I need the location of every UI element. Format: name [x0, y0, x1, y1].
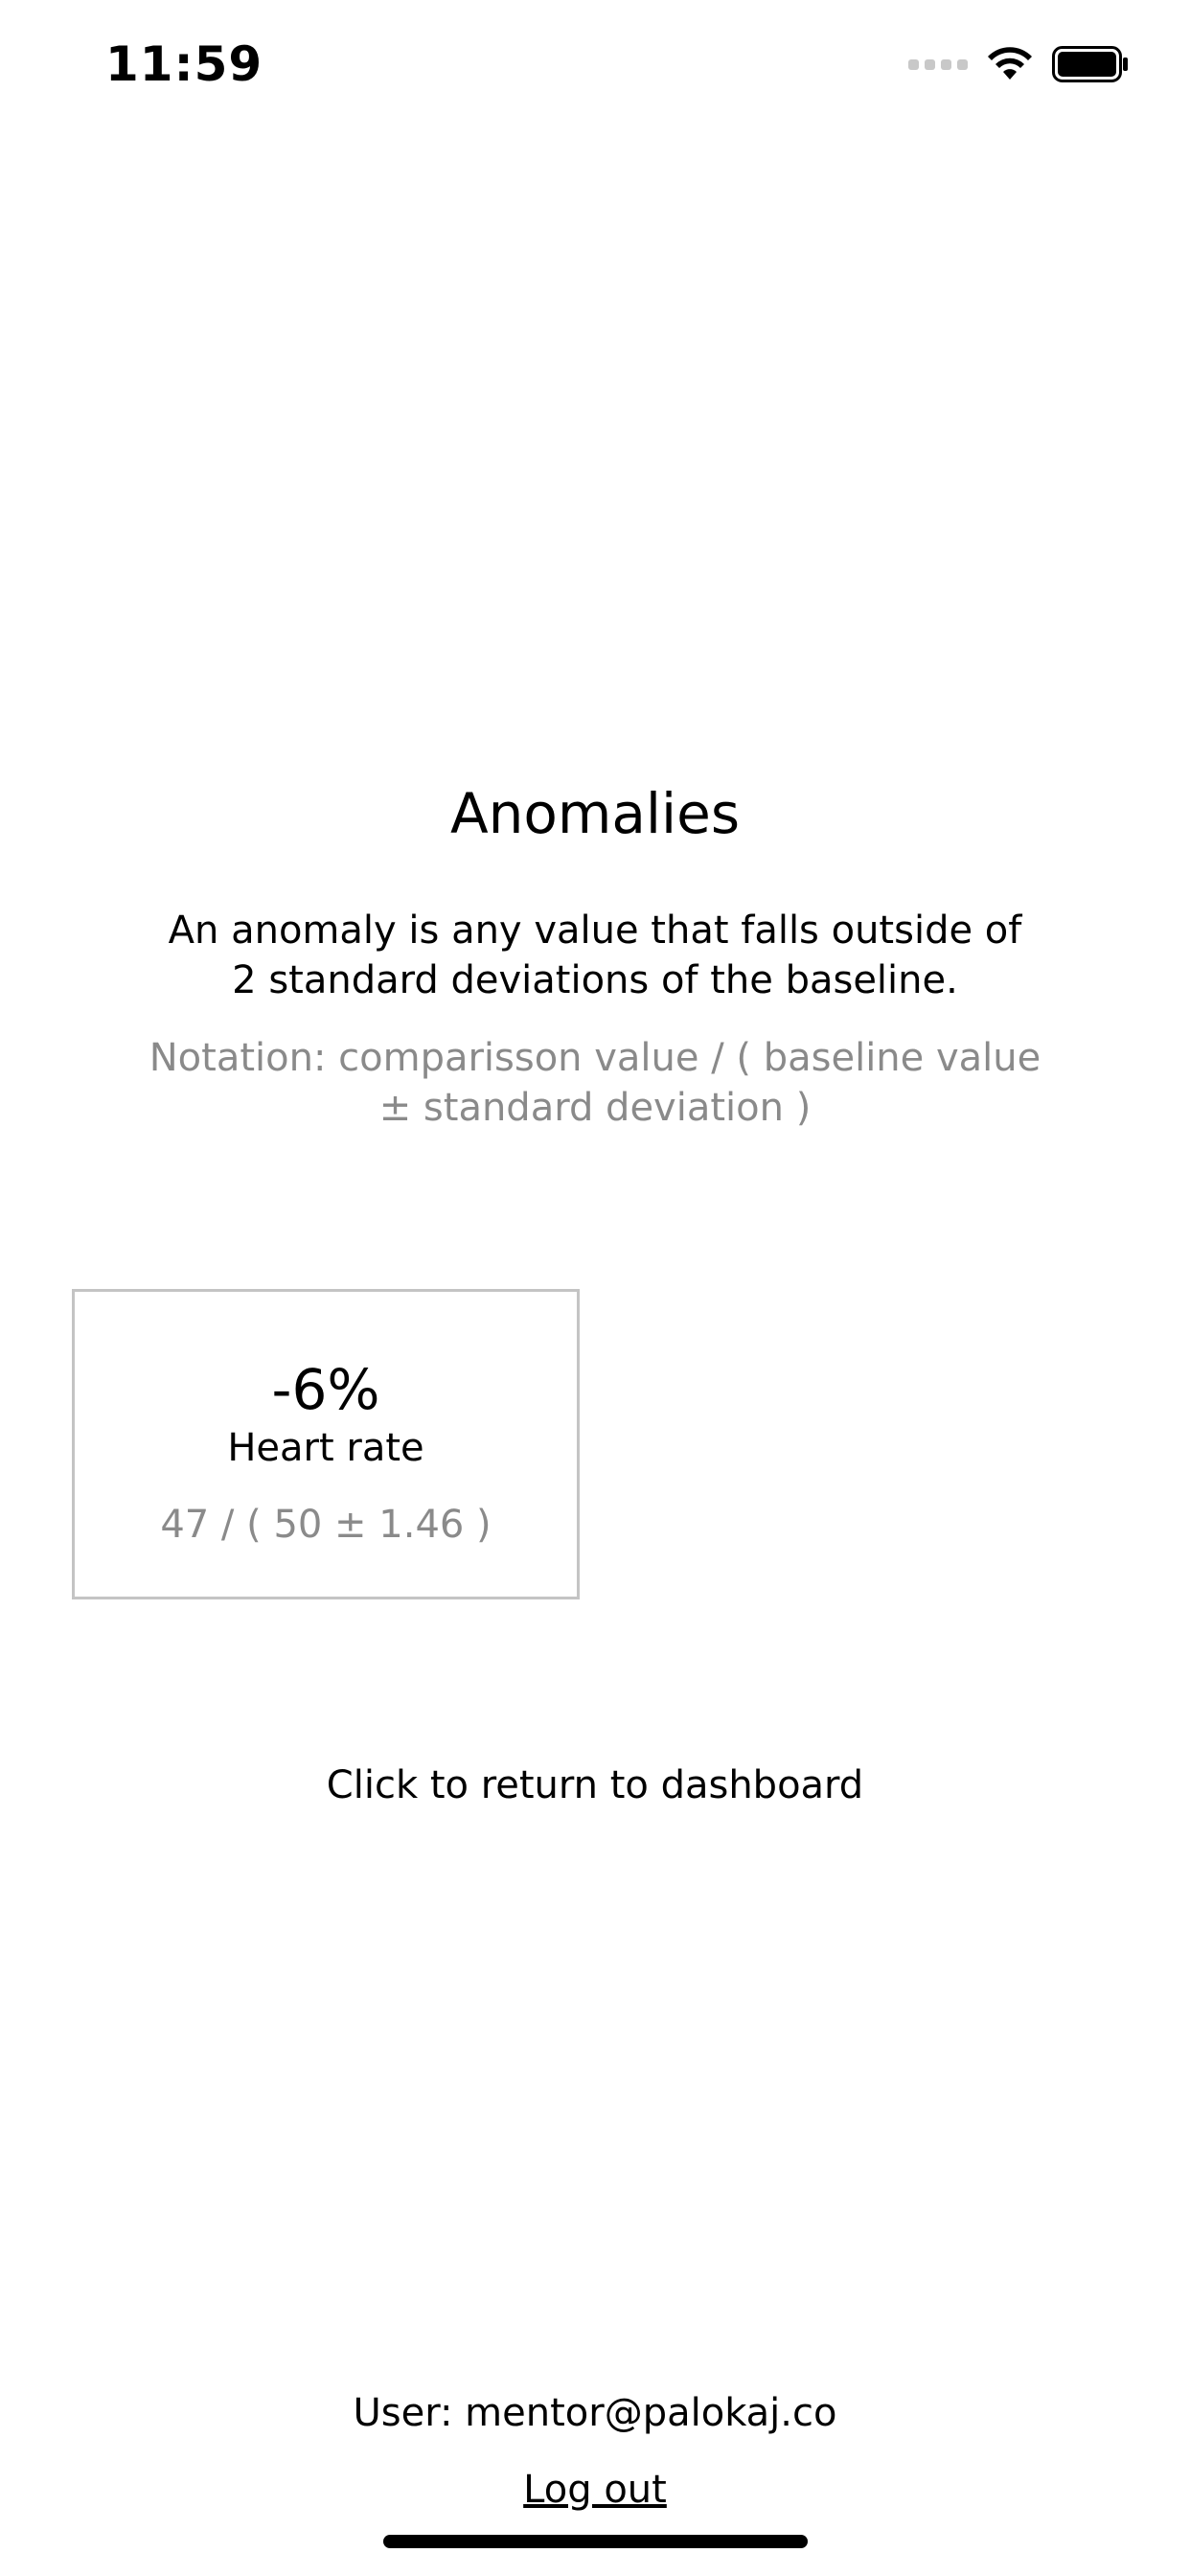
battery-icon	[1052, 46, 1128, 82]
logout-link[interactable]: Log out	[0, 2468, 1190, 2512]
return-to-dashboard-button[interactable]: Click to return to dashboard	[0, 1763, 1190, 1807]
status-bar: 11:59	[0, 0, 1190, 126]
cellular-signal-icon	[908, 58, 968, 70]
anomaly-percent: -6%	[271, 1357, 380, 1422]
anomaly-values: 47 / ( 50 ± 1.46 )	[160, 1503, 492, 1547]
user-email-text: User: mentor@palokaj.co	[353, 2391, 837, 2435]
anomaly-description: An anomaly is any value that falls outsi…	[168, 908, 1022, 1002]
notation-text: Notation: comparisson value / ( baseline…	[149, 1036, 1041, 1130]
page-title: Anomalies	[449, 781, 741, 846]
status-time: 11:59	[105, 36, 263, 92]
wifi-icon	[988, 47, 1032, 80]
anomaly-card-heart-rate[interactable]: -6% Heart rate 47 / ( 50 ± 1.46 )	[72, 1289, 580, 1599]
status-icons	[908, 46, 1129, 82]
home-indicator[interactable]	[383, 2535, 808, 2548]
anomaly-label: Heart rate	[227, 1426, 424, 1470]
